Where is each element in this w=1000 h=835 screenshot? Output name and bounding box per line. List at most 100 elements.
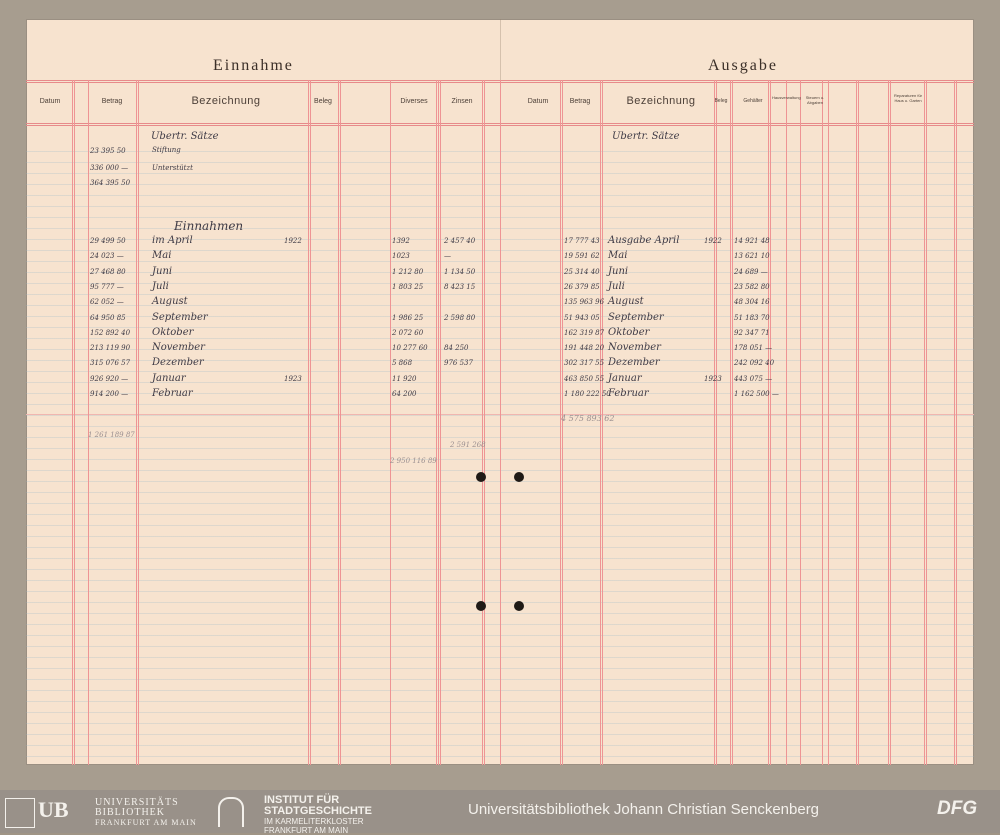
income-total-2: 2 591 268 xyxy=(450,441,486,449)
expense-col-gehaelter: Gehälter xyxy=(743,98,763,104)
expense-row-salary: 51 183 70 xyxy=(734,313,770,322)
income-row-amount: 95 777 — xyxy=(90,282,124,291)
footer-bar: UB UNIVERSITÄTS BIBLIOTHEK FRANKFURT AM … xyxy=(0,790,1000,835)
income-row-diverses: 10 277 60 xyxy=(392,344,428,353)
income-carryover-label: Ubertr. Sätze xyxy=(151,131,219,142)
income-row-amount: 152 892 40 xyxy=(90,328,131,337)
expense-row-salary: 13 621 10 xyxy=(734,252,770,261)
expense-row-month: August xyxy=(608,296,644,308)
column-rule xyxy=(926,80,927,765)
expense-row-month: Mai xyxy=(608,250,628,262)
expense-carryover-label: Ubertr. Sätze xyxy=(612,131,680,142)
expense-col-betrag: Betrag xyxy=(569,98,591,105)
column-rule xyxy=(338,80,339,765)
expense-col-beleg: Beleg xyxy=(714,98,728,104)
column-rule xyxy=(956,80,957,765)
income-row-month: Januar xyxy=(152,372,186,384)
income-row-amount: 27 468 80 xyxy=(90,267,126,276)
column-rule xyxy=(730,80,731,765)
income-carryover-amount-1: 23 395 50 xyxy=(90,147,126,155)
income-row-month: im April xyxy=(152,235,193,246)
expense-row-amount: 26 379 85 xyxy=(564,282,600,291)
income-row-diverses: 5 868 xyxy=(392,359,413,368)
income-row-zinsen: 2 457 40 xyxy=(444,237,476,245)
column-rule xyxy=(440,80,441,765)
dfg-logo: DFG xyxy=(937,798,978,819)
column-rule xyxy=(74,80,75,765)
punch-hole xyxy=(476,472,486,482)
expense-row-salary: 92 347 71 xyxy=(734,328,770,337)
income-carryover-desc-1: Stiftung xyxy=(152,146,181,154)
isg-line-2: STADTGESCHICHTE xyxy=(264,805,372,817)
expense-row-amount: 302 317 55 xyxy=(564,359,605,368)
income-carryover-amount-2: 336 000 — xyxy=(90,164,129,172)
expense-row-salary: 14 921 48 xyxy=(734,237,770,245)
expense-row-salary: 443 075 — xyxy=(734,374,773,383)
income-col-zinsen: Zinsen xyxy=(451,98,473,105)
income-row-amount: 315 076 57 xyxy=(90,359,131,368)
expense-row-amount: 162 319 87 xyxy=(564,328,605,337)
isg-line-3: IM KARMELITERKLOSTER xyxy=(264,817,364,826)
column-rule xyxy=(438,80,439,765)
income-row-month: Juli xyxy=(152,280,169,292)
expense-row-amount: 135 963 96 xyxy=(564,298,605,307)
expense-col-datum: Datum xyxy=(527,98,549,105)
isg-logo-lines: INSTITUT FÜR STADTGESCHICHTE IM KARMELIT… xyxy=(264,795,372,835)
library-credit: Universitätsbibliothek Johann Christian … xyxy=(468,801,820,818)
expense-row-month: Juni xyxy=(608,265,629,277)
income-title: Einnahme xyxy=(213,57,294,74)
ub-logo-text: UB xyxy=(38,797,69,822)
income-row-amount: 29 499 50 xyxy=(90,237,126,245)
isg-line-4: FRANKFURT AM MAIN xyxy=(264,826,349,835)
income-row-zinsen: — xyxy=(444,252,451,261)
income-row-diverses: 1 986 25 xyxy=(392,313,424,322)
income-row-zinsen: 84 250 xyxy=(444,344,469,353)
expense-row-salary: 1 162 500 — xyxy=(734,390,779,398)
column-rule xyxy=(924,80,925,765)
expense-row-month: November xyxy=(608,342,661,354)
column-rule xyxy=(768,80,769,765)
expense-row-year: 1922 xyxy=(704,237,722,245)
income-row-diverses: 1 803 25 xyxy=(392,282,424,291)
expense-row-salary: 24 689 — xyxy=(734,267,768,276)
expense-row-amount: 25 314 40 xyxy=(564,267,600,276)
income-row-month: Februar xyxy=(152,388,193,399)
expense-row-month: Oktober xyxy=(608,326,650,338)
punch-hole xyxy=(476,601,486,611)
expense-row-amount: 191 448 20 xyxy=(564,344,605,353)
income-total-3: 2 950 116 89 xyxy=(390,457,437,465)
income-row-month: September xyxy=(152,311,208,323)
income-heading: Einnahmen xyxy=(174,219,244,233)
expense-row-amount: 19 591 62 xyxy=(564,252,600,261)
income-row-month: Juni xyxy=(152,265,173,277)
income-row-year: 1922 xyxy=(284,237,302,245)
expense-title: Ausgabe xyxy=(708,57,778,74)
income-row-zinsen: 8 423 15 xyxy=(444,282,476,291)
income-row-month: Oktober xyxy=(152,326,194,338)
income-row-zinsen: 976 537 xyxy=(444,359,473,368)
column-rule xyxy=(310,80,311,765)
column-rule xyxy=(436,80,437,765)
income-col-beleg: Beleg xyxy=(314,98,332,105)
income-col-datum: Datum xyxy=(39,98,61,105)
punch-hole xyxy=(514,472,524,482)
expense-row-amount: 17 777 43 xyxy=(564,237,600,245)
column-rule xyxy=(138,80,139,765)
punch-hole xyxy=(514,601,524,611)
scan-background: Einnahme Ausgabe Datum Betrag Bezeichnun… xyxy=(0,0,1000,790)
isg-arch-icon xyxy=(218,797,244,827)
expense-row-month: Januar xyxy=(608,372,642,384)
ub-logo-lines: UNIVERSITÄTS BIBLIOTHEK FRANKFURT AM MAI… xyxy=(95,798,197,828)
ub-portrait-icon xyxy=(5,798,35,828)
income-row-month: November xyxy=(152,342,205,354)
column-rule xyxy=(800,80,801,765)
column-rule xyxy=(482,80,483,765)
expense-col-reparaturen: Reparaturen für Haus u. Garten xyxy=(893,93,922,103)
column-rule xyxy=(484,80,485,765)
column-rule xyxy=(858,80,859,765)
column-rule xyxy=(500,80,501,765)
income-carryover-desc-2: Unterstützt xyxy=(152,164,193,172)
ledger-sheet: Einnahme Ausgabe Datum Betrag Bezeichnun… xyxy=(26,19,974,765)
income-row-year: 1923 xyxy=(284,374,302,383)
expense-row-amount: 463 850 55 xyxy=(564,374,605,383)
